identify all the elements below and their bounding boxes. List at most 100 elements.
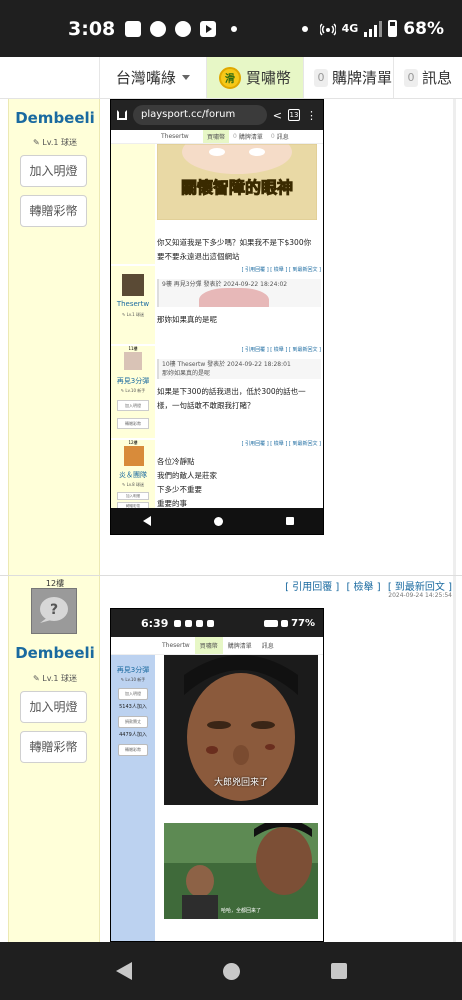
home-icon[interactable] — [222, 962, 240, 980]
mini-nav: Thesertw 買嘯幣 購牌清單 訊息 — [111, 637, 323, 655]
author-name[interactable]: Dembeeli — [9, 644, 101, 662]
home-icon — [213, 516, 223, 526]
battery-icon — [388, 20, 398, 37]
mini-cart-count: 0 — [233, 133, 237, 140]
gift-coin-button[interactable]: 轉贈彩幣 — [20, 195, 87, 227]
region-dropdown[interactable]: 台灣嘴綠 — [98, 57, 206, 98]
mini-author-level: ✎ Lv.8 球迷 — [122, 482, 144, 487]
buy-coin-label: 買嘯幣 — [245, 69, 291, 87]
quote-reply-link[interactable]: [ 引用回覆 ] — [285, 582, 339, 593]
mini-author-sidebar: 12樓 炎＆團隊 ✎ Lv.8 球迷 加入明燈 轉贈彩幣 — [111, 440, 155, 510]
signal-icon — [281, 619, 289, 627]
mini-gift-button: 轉贈彩幣 — [118, 744, 148, 756]
author-level: ✎ Lv.1 球迷 — [33, 674, 77, 683]
avatar — [124, 352, 142, 370]
movie-still-image: 大郎兇回来了 — [164, 655, 318, 805]
meme-caption: 關懷智障的眼神 — [180, 178, 293, 198]
mini-author-name: 炎＆團隊 — [119, 471, 147, 479]
forum-post: Dembeeli ✎ Lv.1 球迷 加入明燈 轉贈彩幣 playsport.c… — [0, 99, 462, 576]
author-sidebar: Dembeeli ✎ Lv.1 球迷 加入明燈 轉贈彩幣 — [8, 99, 100, 575]
avatar — [122, 274, 144, 296]
avatar[interactable]: ? — [31, 588, 77, 634]
mini-nav-msg: 訊息 — [261, 643, 274, 650]
reply-text: 各位冷靜點 — [157, 457, 195, 466]
mini-nav-coin: 買嘯幣 — [203, 130, 230, 143]
mini-reply: [ 引用回覆 ] [ 檢舉 ] [ 到最新回文 ] 9樓 再見3分彈 發表於 2… — [157, 266, 321, 327]
tabs-count-icon: 13 — [288, 109, 300, 121]
back-icon — [142, 516, 151, 526]
mini-author-sidebar: 11樓 再見3分彈 ✎ Lv.10 新手 加入明燈 轉贈彩幣 — [111, 346, 155, 438]
mini-msg-count: 0 — [270, 133, 275, 140]
share-icon: < — [272, 108, 282, 122]
hotspot-icon — [319, 22, 336, 36]
post-actions: [ 引用回覆 ] [ 檢舉 ] [ 到最新回文 ] — [281, 578, 452, 593]
mini-nav-coin: 買嘯幣 — [194, 637, 223, 654]
embedded-android-nav — [111, 508, 323, 534]
chat-icon — [175, 20, 192, 37]
mini-nav: Thesertw 買嘯幣 0 購牌清單 0 訊息 — [111, 130, 323, 144]
recents-icon[interactable] — [330, 963, 347, 979]
post-text-line: 你又知道我是下多少嗎？如果我不是下$300你 — [157, 238, 312, 247]
cart-link[interactable]: 0 購牌清單 — [302, 57, 393, 98]
mini-fund-button: 捐款贊丈 — [118, 716, 148, 728]
signal-icon — [364, 20, 383, 37]
mini-author-name: Thesertw — [116, 300, 150, 308]
mini-reply-links: [ 引用回覆 ] [ 檢舉 ] [ 到最新回文 ] — [241, 347, 321, 353]
region-label: 台灣嘴綠 — [115, 69, 176, 87]
mini-author-level: ✎ Lv.10 新手 — [120, 388, 146, 393]
back-icon[interactable] — [115, 962, 132, 980]
forum-post: 12樓 ? Dembeeli ✎ Lv.1 球迷 加入明燈 轉贈彩幣 [ 引用回… — [0, 576, 462, 942]
author-name[interactable]: Dembeeli — [9, 109, 101, 127]
add-light-button[interactable]: 加入明燈 — [20, 691, 87, 723]
mini-add-light-button: 加入明燈 — [118, 688, 148, 700]
mini-post-content: 關懷智障的眼神 你又知道我是下多少嗎？如果我不是下$300你 要不要永遠退出這個… — [156, 130, 321, 264]
mini-author-sidebar: Thesertw ✎ Lv.1 球迷 — [111, 266, 155, 344]
line-icon — [196, 619, 204, 627]
add-light-button[interactable]: 加入明燈 — [20, 155, 87, 187]
status-time: 3:08 — [68, 17, 116, 40]
embedded-status-bar: 6:39 77% — [111, 609, 323, 637]
mini-nav-user: Thesertw — [161, 133, 189, 140]
network-type: 4G — [341, 22, 359, 35]
mini-reply: [ 引用回覆 ] [ 檢舉 ] [ 到最新回文 ] 各位冷靜點 我們的敵人是莊家… — [157, 440, 321, 511]
mini-msg-label: 訊息 — [276, 134, 289, 141]
quote-box: 10樓 Thesertw 發表於 2024-09-22 18:28:01 那妳如… — [157, 359, 321, 379]
embedded-battery: 77% — [291, 617, 315, 629]
mini-author-level: ✎ Lv.10 新手 — [120, 677, 146, 682]
messages-link[interactable]: 0 訊息 — [392, 57, 462, 98]
reply-text: 那妳如果真的是呢 — [157, 315, 217, 324]
post-text-line: 要不要永遠退出這個網站 — [157, 252, 240, 261]
mini-gift-button: 轉贈彩幣 — [117, 418, 149, 429]
home-icon — [117, 110, 127, 120]
mini-stat: 4479人加入 — [119, 732, 147, 738]
scroll-strip — [453, 576, 456, 942]
avatar — [124, 446, 144, 466]
gift-coin-button[interactable]: 轉贈彩幣 — [20, 731, 87, 763]
embedded-screenshot: playsport.cc/forum < 13 ⋮ Thesertw 買嘯幣 0… — [110, 99, 324, 535]
messages-label: 訊息 — [421, 69, 452, 87]
volte-icon — [264, 619, 279, 627]
mini-author-sidebar — [111, 144, 155, 264]
buy-coin-button[interactable]: 滑 買嘯幣 — [205, 57, 303, 98]
reply-text: 下多少不重要 — [157, 485, 202, 494]
reply-text: 樣，一句話敢不敢跟我打賭？ — [157, 401, 255, 410]
quote-header: 10樓 Thesertw 發表於 2024-09-22 18:28:01 — [162, 361, 291, 368]
battery-percent: 68% — [403, 18, 444, 39]
author-level: ✎ Lv.1 球迷 — [33, 138, 77, 147]
report-link[interactable]: [ 檢舉 ] — [346, 582, 380, 593]
chat-icon — [207, 619, 215, 627]
embedded-time: 6:39 — [141, 616, 169, 630]
reply-text: 我們的敵人是莊家 — [157, 471, 217, 480]
coin-icon: 滑 — [218, 66, 241, 89]
line-icon — [150, 20, 167, 37]
more-notifications-icon — [231, 25, 238, 32]
mini-nav-cart: 0 購牌清單 — [229, 130, 267, 143]
quoted-image — [199, 288, 269, 307]
chevron-down-icon — [181, 75, 190, 80]
gallery-icon — [174, 619, 182, 627]
browser-toolbar: playsport.cc/forum < 13 ⋮ — [111, 100, 323, 130]
scroll-strip — [453, 99, 456, 575]
movie-caption: 大郎兇回来了 — [213, 778, 268, 788]
msg-count-badge: 0 — [403, 68, 418, 87]
svg-text:?: ? — [50, 602, 58, 618]
